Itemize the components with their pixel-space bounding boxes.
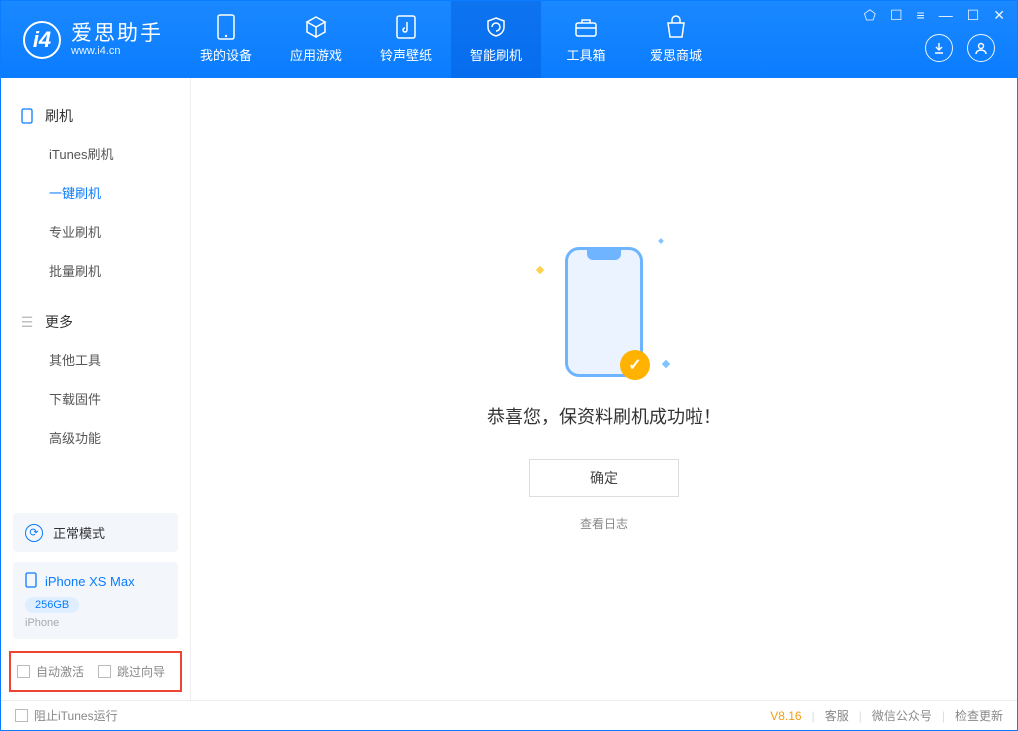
user-button[interactable] bbox=[967, 34, 995, 62]
checkbox-icon bbox=[15, 709, 28, 722]
sidebar-group-more[interactable]: ☰ 更多 bbox=[13, 304, 178, 340]
cube-icon bbox=[304, 15, 328, 39]
app-logo: i4 爱思助手 www.i4.cn bbox=[1, 21, 181, 59]
logo-icon: i4 bbox=[23, 21, 61, 59]
checkbox-label: 阻止iTunes运行 bbox=[34, 707, 118, 724]
nav-smart-flash[interactable]: 智能刷机 bbox=[451, 1, 541, 78]
phone-icon bbox=[214, 15, 238, 39]
sidebar-item-oneclick-flash[interactable]: 一键刷机 bbox=[13, 173, 178, 212]
list-icon: ☰ bbox=[19, 314, 35, 330]
refresh-shield-icon bbox=[484, 15, 508, 39]
device-mode-card[interactable]: ⟳ 正常模式 bbox=[13, 513, 178, 552]
device-storage: 256GB bbox=[25, 597, 79, 613]
menu-icon[interactable]: ≡ bbox=[917, 7, 925, 24]
header-actions bbox=[925, 34, 995, 62]
close-button[interactable]: ✕ bbox=[993, 7, 1005, 24]
sidebar: 刷机 iTunes刷机 一键刷机 专业刷机 批量刷机 ☰ 更多 其他工具 下载固… bbox=[1, 78, 191, 700]
phone-graphic: ✓ bbox=[565, 247, 643, 377]
device-mode: 正常模式 bbox=[53, 523, 105, 542]
minimize-button[interactable]: — bbox=[939, 7, 953, 24]
sidebar-group-flash[interactable]: 刷机 bbox=[13, 98, 178, 134]
nav-label: 我的设备 bbox=[200, 45, 252, 64]
device-icon bbox=[19, 108, 35, 124]
window-controls: ⬠ ☐ ≡ — ☐ ✕ bbox=[864, 7, 1005, 24]
sidebar-item-other-tools[interactable]: 其他工具 bbox=[13, 340, 178, 379]
footer-bar: 阻止iTunes运行 V8.16 | 客服 | 微信公众号 | 检查更新 bbox=[1, 700, 1017, 730]
header-bar: i4 爱思助手 www.i4.cn 我的设备 应用游戏 铃声壁纸 智能刷机 工具… bbox=[1, 1, 1017, 78]
main-content: ✓ 恭喜您，保资料刷机成功啦！ 确定 查看日志 bbox=[191, 78, 1017, 700]
sidebar-item-download-firmware[interactable]: 下载固件 bbox=[13, 379, 178, 418]
download-button[interactable] bbox=[925, 34, 953, 62]
ok-button[interactable]: 确定 bbox=[529, 459, 679, 497]
checkbox-icon bbox=[17, 665, 30, 678]
options-highlight-row: 自动激活 跳过向导 bbox=[9, 651, 182, 692]
feedback-icon[interactable]: ☐ bbox=[890, 7, 903, 24]
device-type: iPhone bbox=[25, 617, 166, 629]
nav-ringtone-wallpaper[interactable]: 铃声壁纸 bbox=[361, 1, 451, 78]
nav-my-device[interactable]: 我的设备 bbox=[181, 1, 271, 78]
checkbox-auto-activate[interactable]: 自动激活 bbox=[17, 663, 84, 680]
nav-toolbox[interactable]: 工具箱 bbox=[541, 1, 631, 78]
checkbox-icon bbox=[98, 665, 111, 678]
version-label: V8.16 bbox=[770, 709, 801, 723]
device-name: iPhone XS Max bbox=[45, 574, 135, 589]
nav-label: 工具箱 bbox=[566, 45, 605, 64]
top-nav: 我的设备 应用游戏 铃声壁纸 智能刷机 工具箱 爱思商城 bbox=[181, 1, 721, 78]
checkbox-block-itunes[interactable]: 阻止iTunes运行 bbox=[15, 707, 118, 724]
mode-icon: ⟳ bbox=[25, 524, 43, 542]
shirt-icon[interactable]: ⬠ bbox=[864, 7, 876, 24]
sidebar-item-pro-flash[interactable]: 专业刷机 bbox=[13, 212, 178, 251]
nav-label: 爱思商城 bbox=[650, 45, 702, 64]
success-illustration: ✓ bbox=[565, 247, 643, 377]
checkbox-label: 跳过向导 bbox=[117, 663, 165, 680]
check-badge-icon: ✓ bbox=[620, 350, 650, 380]
music-file-icon bbox=[394, 15, 418, 39]
bag-icon bbox=[664, 15, 688, 39]
nav-store[interactable]: 爱思商城 bbox=[631, 1, 721, 78]
group-label: 刷机 bbox=[45, 106, 73, 126]
device-info-card[interactable]: iPhone XS Max 256GB iPhone bbox=[13, 562, 178, 639]
toolbox-icon bbox=[574, 15, 598, 39]
nav-label: 应用游戏 bbox=[290, 45, 342, 64]
group-label: 更多 bbox=[45, 312, 73, 332]
maximize-button[interactable]: ☐ bbox=[967, 7, 980, 24]
checkbox-label: 自动激活 bbox=[36, 663, 84, 680]
view-log-link[interactable]: 查看日志 bbox=[580, 515, 628, 532]
app-title: 爱思助手 bbox=[71, 22, 163, 45]
nav-apps-games[interactable]: 应用游戏 bbox=[271, 1, 361, 78]
footer-link-service[interactable]: 客服 bbox=[825, 707, 849, 724]
sidebar-item-batch-flash[interactable]: 批量刷机 bbox=[13, 251, 178, 290]
checkbox-skip-guide[interactable]: 跳过向导 bbox=[98, 663, 165, 680]
nav-label: 智能刷机 bbox=[470, 45, 522, 64]
sidebar-item-itunes-flash[interactable]: iTunes刷机 bbox=[13, 134, 178, 173]
footer-link-update[interactable]: 检查更新 bbox=[955, 707, 1003, 724]
success-message: 恭喜您，保资料刷机成功啦！ bbox=[487, 403, 721, 429]
sidebar-item-advanced[interactable]: 高级功能 bbox=[13, 418, 178, 457]
phone-small-icon bbox=[25, 572, 37, 591]
nav-label: 铃声壁纸 bbox=[380, 45, 432, 64]
footer-link-wechat[interactable]: 微信公众号 bbox=[872, 707, 932, 724]
app-subtitle: www.i4.cn bbox=[71, 45, 163, 57]
